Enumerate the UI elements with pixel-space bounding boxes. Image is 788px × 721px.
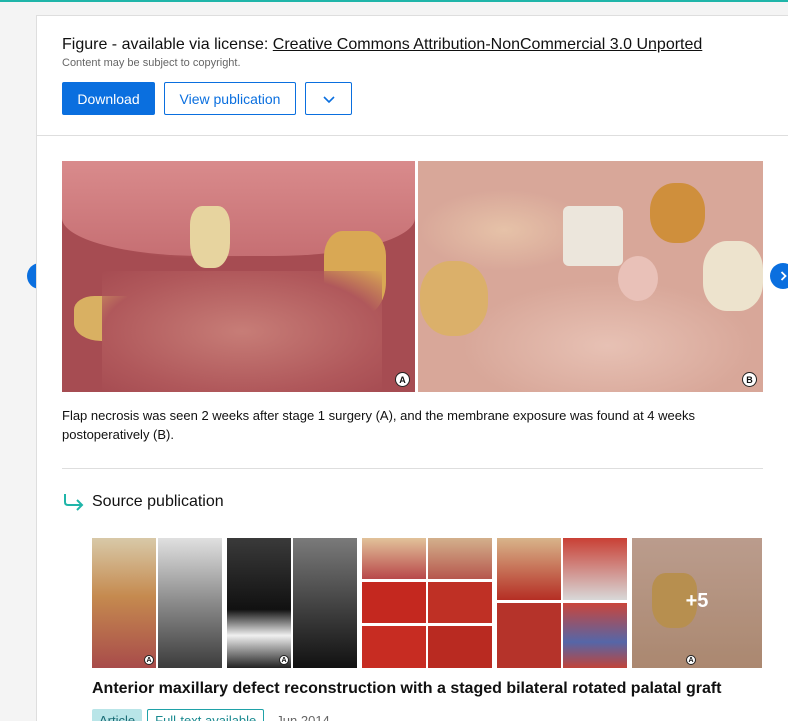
- license-line: Figure - available via license: Creative…: [62, 36, 702, 54]
- figure-image: A B: [62, 161, 763, 392]
- publication-title[interactable]: Anterior maxillary defect reconstruction…: [92, 680, 722, 698]
- full-text-badge[interactable]: Full-text available: [147, 709, 265, 721]
- license-prefix: Figure - available via license:: [62, 36, 269, 53]
- copyright-note: Content may be subject to copyright.: [62, 57, 241, 69]
- figure-panel-a: A: [62, 161, 415, 392]
- source-thumbnails: A A +5 A: [92, 538, 763, 668]
- source-publication-header: Source publication: [62, 492, 224, 512]
- license-link[interactable]: Creative Commons Attribution-NonCommerci…: [273, 36, 703, 53]
- publication-tags: Article Full-text available Jun 2014: [92, 709, 330, 721]
- figure-caption: Flap necrosis was seen 2 weeks after sta…: [62, 408, 695, 442]
- more-options-button[interactable]: [305, 82, 352, 115]
- thumbnail-5[interactable]: +5 A: [632, 538, 762, 668]
- download-button[interactable]: Download: [62, 82, 155, 115]
- source-publication-label: Source publication: [92, 493, 224, 510]
- publication-date: Jun 2014: [276, 712, 330, 721]
- article-badge: Article: [92, 709, 143, 721]
- chevron-down-icon: [322, 95, 335, 103]
- panel-b-badge: B: [742, 372, 757, 387]
- thumbnail-4[interactable]: [497, 538, 627, 668]
- top-accent-line: [0, 0, 788, 2]
- figure-header: Figure - available via license: Creative…: [37, 16, 788, 136]
- figure-panel-b: B: [418, 161, 763, 392]
- thumbnail-2-badge: A: [279, 655, 289, 665]
- arrow-turn-right-icon: [64, 494, 84, 511]
- thumbnail-1-badge: A: [144, 655, 154, 665]
- panel-a-badge: A: [395, 372, 410, 387]
- thumbnail-3[interactable]: [362, 538, 492, 668]
- section-divider: [62, 468, 763, 469]
- thumbnail-more-overlay: +5: [632, 538, 762, 668]
- chevron-right-icon: [780, 271, 787, 281]
- thumbnail-5-badge: A: [686, 655, 696, 665]
- view-publication-button[interactable]: View publication: [164, 82, 296, 115]
- thumbnail-2[interactable]: A: [227, 538, 357, 668]
- figure-card: Figure - available via license: Creative…: [36, 15, 788, 721]
- thumbnail-1[interactable]: A: [92, 538, 222, 668]
